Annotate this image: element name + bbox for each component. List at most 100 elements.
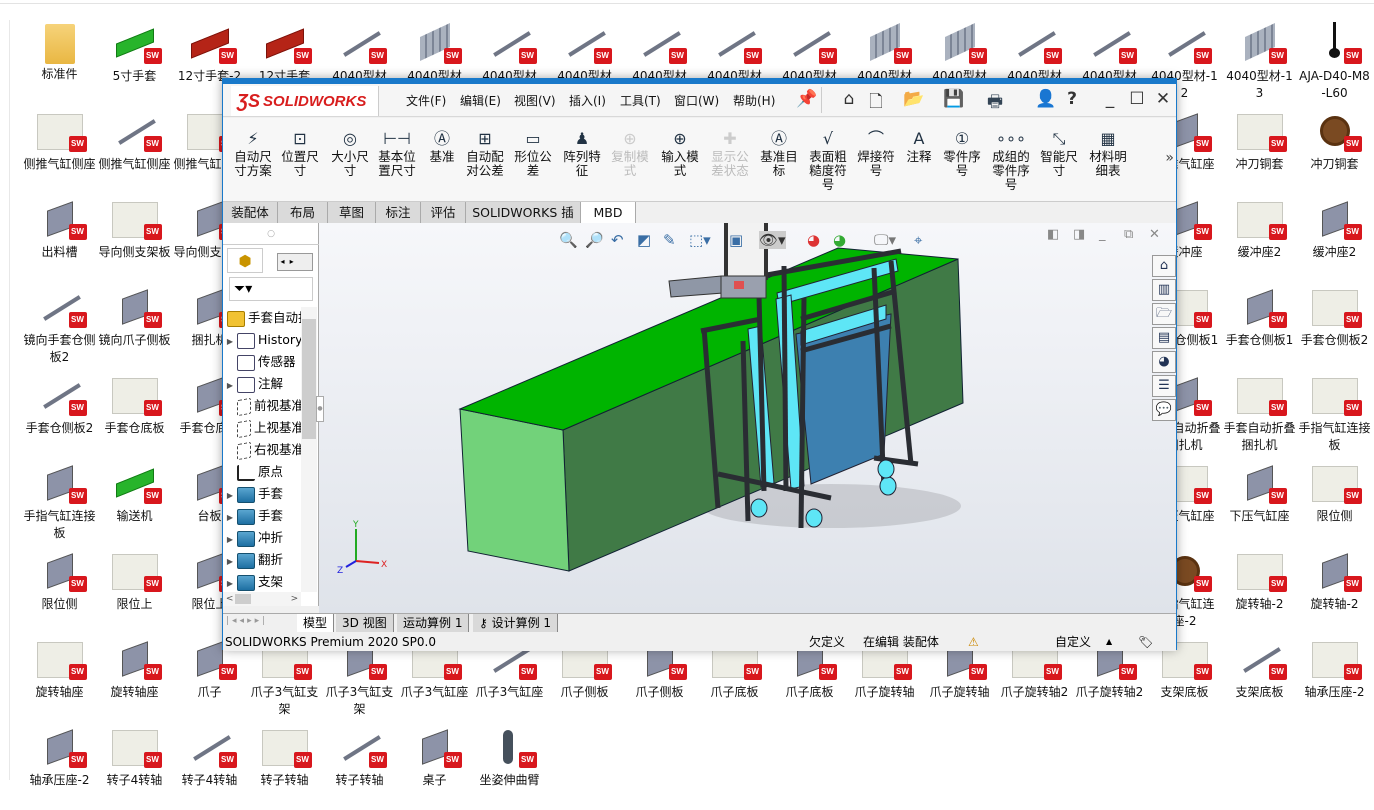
tree-vertical-scrollbar[interactable] bbox=[301, 307, 317, 592]
custom-properties-icon[interactable]: ☰ bbox=[1152, 375, 1176, 397]
desktop-file-icon[interactable]: AJA-D40-M8-L60 bbox=[1297, 20, 1372, 106]
tree-item[interactable]: 手套自动折叠捆扎机 bbox=[223, 307, 301, 329]
menu-insert[interactable]: 插入(I) bbox=[569, 92, 606, 109]
ribbon-button[interactable]: ⊢⊣ 基本位置尺寸 bbox=[373, 128, 421, 178]
view-palette-icon[interactable]: ▤ bbox=[1152, 327, 1176, 349]
tab-2[interactable]: 草图 bbox=[328, 202, 376, 224]
home-icon[interactable]: ⌂ bbox=[1152, 255, 1176, 277]
desktop-file-icon[interactable]: 旋转轴座 bbox=[97, 636, 172, 722]
unit-system[interactable]: 自定义 bbox=[1055, 633, 1091, 651]
help-icon[interactable]: ? bbox=[1061, 89, 1083, 109]
desktop-file-icon[interactable]: 坐姿伸曲臂 bbox=[472, 724, 547, 810]
ribbon-button[interactable]: √ 表面粗糙度符号 bbox=[804, 128, 852, 192]
desktop-file-icon[interactable]: 导向侧支架板 bbox=[97, 196, 172, 282]
tree-item[interactable]: ▶ 注解 bbox=[223, 373, 301, 395]
desktop-file-icon[interactable]: 旋转轴-2 bbox=[1297, 548, 1372, 634]
desktop-file-icon[interactable]: 旋转轴-2 bbox=[1222, 548, 1297, 634]
panel-tab-scroll[interactable]: ◂ ▸ bbox=[277, 253, 313, 271]
design-library-icon[interactable]: ▥ bbox=[1152, 279, 1176, 301]
expand-arrow-icon[interactable]: ▶ bbox=[223, 529, 237, 549]
view-orientation-icon[interactable]: ⬚▾ bbox=[689, 231, 711, 249]
model-scene[interactable]: Y X Z bbox=[319, 223, 1176, 613]
tree-item[interactable]: ▶ 支架 bbox=[223, 571, 301, 593]
tab-navigation-arrows[interactable]: |◂◂▸▸| bbox=[226, 616, 268, 626]
ribbon-button[interactable]: ∘∘∘ 成组的零件序号 bbox=[987, 128, 1035, 192]
tab-1[interactable]: 布局 bbox=[278, 202, 328, 224]
open-icon[interactable]: 📂 bbox=[903, 89, 925, 109]
ribbon-button[interactable]: ⌒ 焊接符号 bbox=[852, 128, 900, 178]
desktop-file-icon[interactable]: 手套仓底板 bbox=[97, 372, 172, 458]
bottom-tab-1[interactable]: 3D 视图 bbox=[336, 614, 394, 632]
display-style-icon[interactable]: ▣ bbox=[729, 231, 743, 249]
desktop-file-icon[interactable]: 冲刀铜套 bbox=[1297, 108, 1372, 194]
scrollbar-thumb[interactable] bbox=[302, 319, 316, 439]
desktop-file-icon[interactable]: 限位上 bbox=[97, 548, 172, 634]
desktop-file-icon[interactable]: 轴承压座-2 bbox=[22, 724, 97, 810]
tab-5[interactable]: SOLIDWORKS 插件 bbox=[466, 202, 581, 241]
ribbon-button[interactable]: ▭ 形位公差 bbox=[509, 128, 557, 178]
tab-4[interactable]: 评估 bbox=[421, 202, 466, 224]
customize-status-icon[interactable]: 🏷 bbox=[1138, 633, 1153, 651]
pin-icon[interactable]: 📌 bbox=[796, 89, 818, 109]
save-icon[interactable]: 💾 bbox=[943, 89, 965, 109]
desktop-file-icon[interactable]: 侧推气缸侧座 bbox=[97, 108, 172, 194]
desktop-file-icon[interactable]: 手套仓侧板1 bbox=[1222, 284, 1297, 370]
ribbon-button[interactable]: A 注释 bbox=[895, 128, 943, 164]
tree-item[interactable]: ▶ 翻折 bbox=[223, 549, 301, 571]
desktop-file-icon[interactable]: 手套仓侧板2 bbox=[22, 372, 97, 458]
desktop-file-icon[interactable]: 侧推气缸侧座 bbox=[22, 108, 97, 194]
apply-scene-icon[interactable]: ◕ bbox=[833, 231, 846, 249]
appearances-icon[interactable]: ◕ bbox=[1152, 351, 1176, 373]
menu-window[interactable]: 窗口(W) bbox=[674, 92, 719, 109]
desktop-file-icon[interactable]: 缓冲座2 bbox=[1297, 196, 1372, 282]
desktop-file-icon[interactable]: 手套自动折叠捆扎机 bbox=[1222, 372, 1297, 458]
forum-icon[interactable]: 💬 bbox=[1152, 399, 1176, 421]
tree-horizontal-scrollbar[interactable]: < > bbox=[223, 592, 301, 606]
desktop-file-icon[interactable]: 桌子 bbox=[397, 724, 472, 810]
solidworks-logo[interactable]: ƷS SOLIDWORKS bbox=[231, 86, 379, 116]
tree-item[interactable]: ▶ 手套 bbox=[223, 483, 301, 505]
tab-3[interactable]: 标注 bbox=[376, 202, 421, 224]
unit-menu-arrow[interactable]: ▲ bbox=[1106, 633, 1112, 651]
tab-6[interactable]: MBD bbox=[581, 202, 636, 224]
dynamic-annotation-icon[interactable]: ✎ bbox=[663, 231, 676, 249]
tree-item[interactable]: ▶ 冲折 bbox=[223, 527, 301, 549]
expand-arrow-icon[interactable]: ▶ bbox=[223, 507, 237, 527]
desktop-file-icon[interactable]: 5寸手套 bbox=[97, 20, 172, 106]
desktop-file-icon[interactable]: 限位侧 bbox=[1297, 460, 1372, 546]
desktop-file-icon[interactable]: 转子4转轴 bbox=[172, 724, 247, 810]
tree-item[interactable]: 传感器 bbox=[223, 351, 301, 373]
maximize-button[interactable]: ☐ bbox=[1126, 89, 1148, 109]
desktop-file-icon[interactable]: 旋转轴座 bbox=[22, 636, 97, 722]
menu-file[interactable]: 文件(F) bbox=[406, 92, 446, 109]
panel-splitter-handle[interactable]: ● bbox=[316, 396, 324, 422]
desktop-file-icon[interactable]: 缓冲座2 bbox=[1222, 196, 1297, 282]
ribbon-button[interactable]: ⚡ 自动尺寸方案 bbox=[229, 128, 277, 178]
filter-icon[interactable]: ⏷▾ bbox=[229, 277, 313, 301]
more-commands-icon[interactable]: » bbox=[1165, 150, 1174, 166]
menu-tools[interactable]: 工具(T) bbox=[620, 92, 661, 109]
tree-item[interactable]: 上视基准面 bbox=[223, 417, 301, 439]
desktop-file-icon[interactable]: 标准件 bbox=[22, 20, 97, 106]
expand-arrow-icon[interactable]: ▶ bbox=[223, 485, 237, 505]
tree-item[interactable]: 前视基准面 bbox=[223, 395, 301, 417]
ribbon-button[interactable]: ▦ 材料明细表 bbox=[1084, 128, 1132, 178]
desktop-file-icon[interactable]: 镜向手套仓侧板2 bbox=[22, 284, 97, 370]
home-icon[interactable]: ⌂ bbox=[838, 89, 860, 109]
ribbon-button[interactable]: Ⓐ 基准目标 bbox=[755, 128, 803, 178]
desktop-file-icon[interactable]: 手套仓侧板2 bbox=[1297, 284, 1372, 370]
previous-view-icon[interactable]: ↶ bbox=[611, 231, 624, 249]
view-settings-icon[interactable]: 🖵▾ bbox=[874, 231, 896, 249]
expand-arrow-icon[interactable]: ▶ bbox=[223, 573, 237, 593]
desktop-file-icon[interactable]: 手指气缸连接板 bbox=[22, 460, 97, 546]
ribbon-button[interactable]: ⊕ 复制模式 bbox=[606, 128, 654, 178]
ribbon-button[interactable]: ✚ 显示公差状态 bbox=[706, 128, 754, 178]
desktop-file-icon[interactable]: 转子转轴 bbox=[247, 724, 322, 810]
rebuild-icon[interactable]: ⚠ bbox=[968, 633, 979, 651]
tree-item[interactable]: ▶ 手套 bbox=[223, 505, 301, 527]
tree-item[interactable]: 原点 bbox=[223, 461, 301, 483]
panel-grip[interactable]: ○ bbox=[223, 223, 319, 245]
graphics-area[interactable]: ◧ ◨ _ ⧉ ✕ YXZ 🔍 🔎 ↶ ◩ ✎ ⬚▾ ▣ 👁▾ ◕ ◕ 🖵▾ ⌖… bbox=[319, 223, 1176, 613]
expand-arrow-icon[interactable]: ▶ bbox=[223, 331, 237, 351]
file-explorer-icon[interactable]: 🗁 bbox=[1152, 303, 1176, 325]
